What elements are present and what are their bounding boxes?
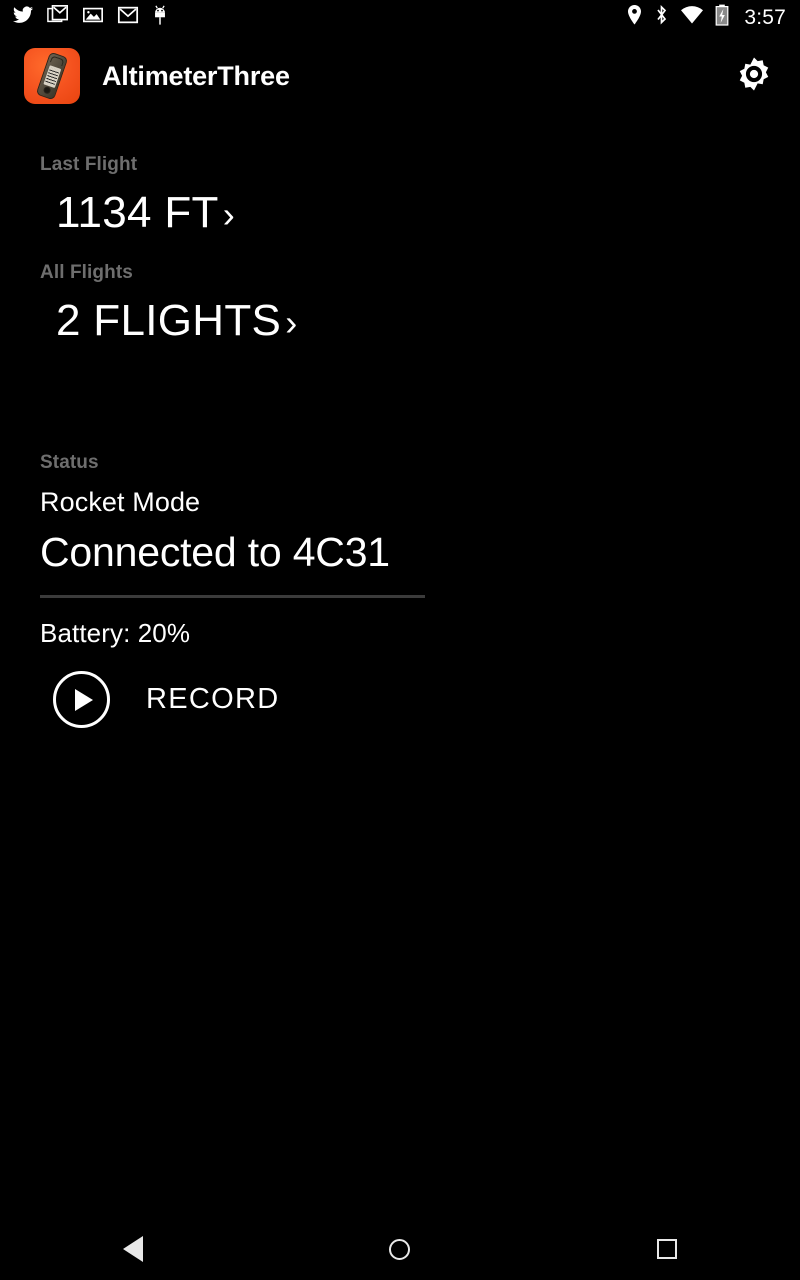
nav-back-button[interactable] — [73, 1218, 193, 1280]
last-flight-label: Last Flight — [40, 154, 138, 175]
altimeter-app-icon — [24, 48, 80, 104]
last-flight-section: Last Flight 1134 FT › — [0, 154, 800, 238]
location-icon — [626, 4, 643, 31]
record-button[interactable]: RECORD — [0, 671, 800, 728]
last-flight-value-button[interactable]: 1134 FT › — [0, 188, 800, 238]
status-section: Status Rocket Mode Connected to 4C31 Bat… — [0, 452, 800, 728]
wifi-icon — [680, 4, 704, 31]
bluetooth-icon — [654, 4, 669, 31]
gmail-multi-icon — [47, 4, 69, 31]
settings-button[interactable] — [730, 52, 778, 100]
page-title: AltimeterThree — [102, 60, 290, 91]
battery-status: Battery: 20% — [40, 618, 191, 648]
status-bar-left-icons — [12, 4, 168, 31]
main-content: Last Flight 1134 FT › All Flights 2 FLIGH… — [0, 118, 800, 728]
record-button-label: RECORD — [146, 683, 280, 715]
gmail-icon — [117, 4, 139, 31]
status-connection: Connected to 4C31 — [40, 529, 390, 575]
last-flight-value: 1134 FT — [56, 188, 219, 237]
photo-icon — [82, 4, 104, 31]
android-icon — [152, 4, 168, 31]
twitter-icon — [12, 4, 34, 31]
chevron-right-icon: › — [285, 302, 298, 343]
android-nav-bar — [0, 1218, 800, 1280]
all-flights-section: All Flights 2 FLIGHTS › — [0, 262, 800, 346]
all-flights-value-button[interactable]: 2 FLIGHTS › — [0, 296, 800, 346]
action-bar: AltimeterThree — [0, 34, 800, 118]
status-label: Status — [40, 452, 99, 473]
status-mode: Rocket Mode — [40, 487, 201, 517]
chevron-right-icon: › — [222, 194, 235, 235]
back-triangle-icon — [123, 1236, 144, 1262]
all-flights-value: 2 FLIGHTS — [56, 296, 282, 345]
status-bar: 3:57 — [0, 0, 800, 34]
battery-charging-icon — [715, 4, 729, 31]
recents-square-icon — [656, 1239, 677, 1259]
play-icon — [53, 671, 110, 728]
all-flights-label: All Flights — [40, 262, 133, 283]
home-circle-icon — [389, 1238, 411, 1260]
status-bar-right-icons: 3:57 — [626, 4, 786, 31]
gear-icon — [735, 55, 773, 98]
app-screen: 3:57 AltimeterThree Last Flight 1134 FT … — [0, 0, 800, 1280]
nav-recents-button[interactable] — [607, 1218, 727, 1280]
nav-home-button[interactable] — [340, 1218, 460, 1280]
status-bar-clock: 3:57 — [744, 5, 786, 29]
divider — [40, 595, 425, 598]
